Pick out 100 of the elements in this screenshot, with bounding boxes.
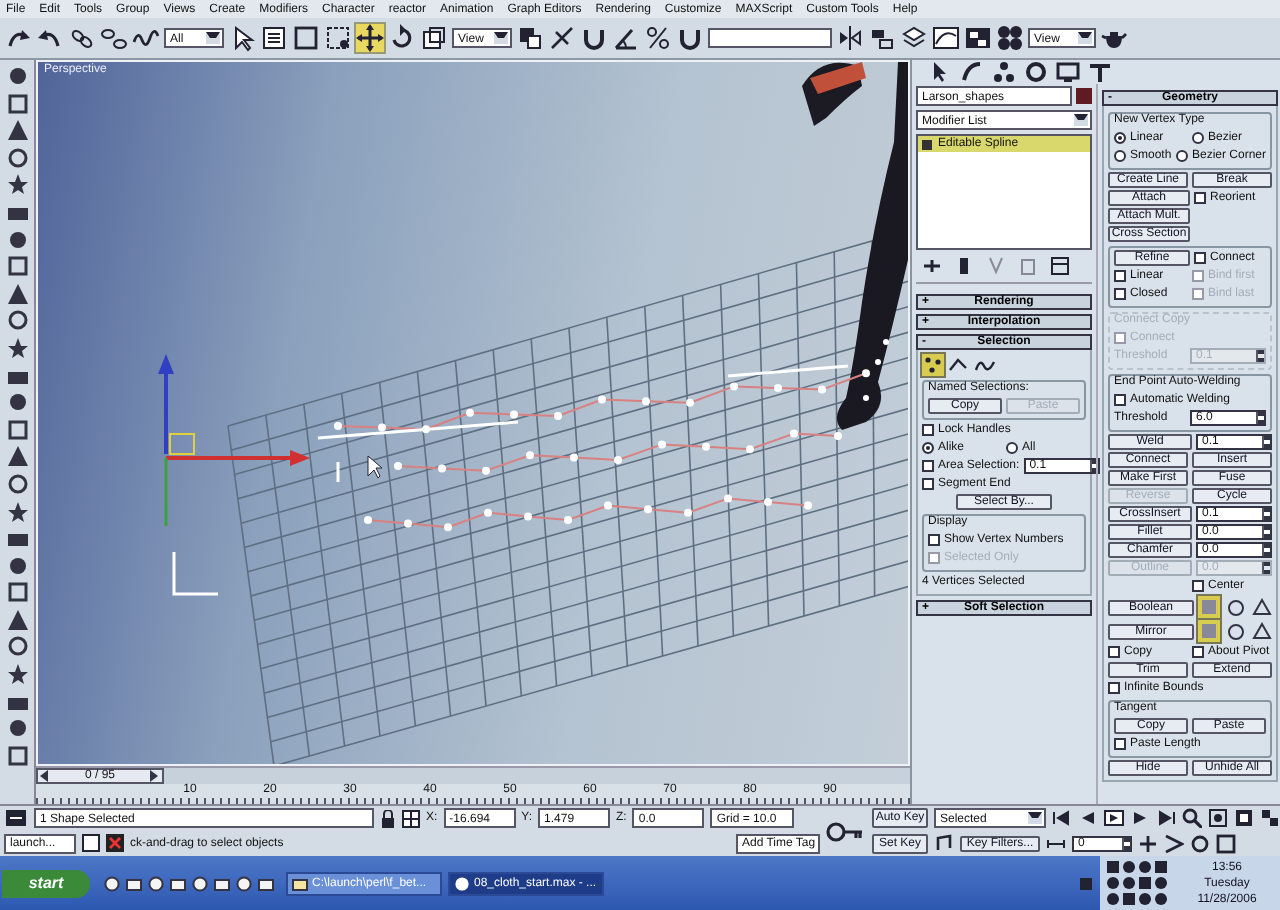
left-arrow-icon[interactable]	[40, 770, 50, 782]
vertex-dots-icon[interactable]	[922, 354, 944, 376]
next-frame-icon[interactable]	[1130, 810, 1150, 827]
circle-icon[interactable]	[5, 390, 29, 415]
magnifier-icon[interactable]	[1182, 808, 1202, 829]
checkbox[interactable]	[922, 478, 934, 490]
orbit-icon[interactable]	[1190, 833, 1210, 854]
square-icon[interactable]	[5, 743, 29, 768]
circle-icon[interactable]	[192, 875, 208, 891]
square-icon[interactable]	[1154, 860, 1168, 874]
star-icon[interactable]	[5, 172, 29, 197]
triangle-icon[interactable]	[1250, 596, 1272, 618]
checkbox[interactable]	[1114, 738, 1126, 750]
circle-icon[interactable]	[5, 716, 29, 741]
skip-end-icon[interactable]	[1156, 810, 1176, 827]
star-icon[interactable]	[5, 335, 29, 360]
square-icon[interactable]	[1106, 860, 1120, 874]
circle-icon[interactable]	[5, 64, 29, 88]
folder-icon[interactable]	[126, 875, 142, 891]
skip-start-icon[interactable]	[1052, 810, 1072, 827]
field-of-view-icon[interactable]	[1164, 833, 1184, 854]
triangle-icon[interactable]	[5, 607, 29, 632]
color-swatch[interactable]	[1076, 88, 1092, 104]
bend-icon[interactable]	[960, 60, 984, 84]
checkbox[interactable]	[1194, 192, 1206, 204]
cross-arrows-icon[interactable]	[356, 24, 384, 52]
checkbox[interactable]	[922, 460, 934, 472]
radio-button[interactable]	[1175, 150, 1188, 162]
checkbox[interactable]	[1108, 646, 1120, 658]
ring-icon[interactable]	[5, 308, 29, 333]
broken-chain-icon[interactable]	[100, 24, 128, 52]
layers-icon[interactable]	[900, 24, 928, 52]
pointer-icon[interactable]	[928, 60, 952, 84]
square-icon[interactable]	[1122, 892, 1136, 906]
window-icon[interactable]	[1048, 256, 1072, 276]
magnet-icon[interactable]	[676, 24, 704, 52]
ring-icon[interactable]	[5, 471, 29, 496]
radio-button[interactable]	[1114, 150, 1126, 162]
play-icon[interactable]	[1104, 810, 1124, 827]
star-icon[interactable]	[5, 499, 29, 523]
square-icon[interactable]	[5, 254, 29, 279]
triangle-icon[interactable]	[5, 444, 29, 469]
circle-icon[interactable]	[1106, 892, 1120, 906]
circle-icon[interactable]	[236, 875, 252, 891]
triangle-icon[interactable]	[5, 118, 29, 143]
rotate-arrow-icon[interactable]	[388, 24, 416, 52]
pan-icon[interactable]	[1138, 833, 1158, 854]
circle-icon[interactable]	[5, 553, 29, 578]
square-icon[interactable]	[5, 580, 29, 605]
schematic-icon[interactable]	[964, 24, 992, 52]
radio-button[interactable]	[1192, 132, 1204, 144]
zoom-all-extents-icon[interactable]	[1260, 808, 1280, 829]
radio-button[interactable]	[1006, 442, 1018, 454]
folder-icon[interactable]	[214, 875, 230, 891]
circle-icon[interactable]	[1122, 860, 1136, 874]
scale-box-icon[interactable]	[420, 24, 448, 52]
radio-button[interactable]	[922, 442, 934, 454]
circle-icon[interactable]	[1224, 620, 1246, 642]
previous-frame-icon[interactable]	[1078, 810, 1098, 827]
maximize-icon[interactable]	[1216, 833, 1236, 854]
checkbox[interactable]	[1194, 252, 1206, 264]
squiggle-icon[interactable]	[132, 24, 160, 52]
zoom-extents-icon[interactable]	[1234, 808, 1254, 829]
square-icon[interactable]	[1138, 876, 1152, 890]
checkbox[interactable]	[1192, 580, 1204, 592]
curve-editor-icon[interactable]	[932, 24, 960, 52]
square-icon[interactable]	[5, 91, 29, 116]
folder-icon[interactable]	[170, 875, 186, 891]
checkbox[interactable]	[928, 534, 940, 546]
circle-icon[interactable]	[1106, 876, 1120, 890]
circle-icon[interactable]	[148, 875, 164, 891]
cross-icon[interactable]	[106, 834, 124, 853]
circle-icon[interactable]	[5, 227, 29, 252]
checkbox[interactable]	[1192, 646, 1204, 658]
circle-icon[interactable]	[1138, 892, 1152, 906]
triangle-icon[interactable]	[1250, 620, 1272, 642]
checkbox[interactable]	[1114, 288, 1126, 300]
hierarchy-icon[interactable]	[992, 60, 1016, 84]
curved-arrow-icon[interactable]	[4, 24, 32, 52]
mirror-icon[interactable]	[836, 24, 864, 52]
spline-drawing[interactable]	[317, 364, 870, 532]
circle-icon[interactable]	[1138, 860, 1152, 874]
monitor-icon[interactable]	[1056, 60, 1080, 84]
radio-button[interactable]	[1114, 132, 1126, 144]
checkbox[interactable]	[1108, 682, 1120, 694]
checkbox[interactable]	[922, 424, 934, 436]
zoom-all-icon[interactable]	[1208, 808, 1228, 829]
percent-icon[interactable]	[644, 24, 672, 52]
ring-icon[interactable]	[5, 145, 29, 170]
sphere-grid-icon[interactable]	[996, 24, 1024, 52]
hammer-icon[interactable]	[1088, 60, 1112, 84]
circle-icon[interactable]	[1224, 596, 1246, 618]
window-icon[interactable]	[82, 834, 100, 853]
star-icon[interactable]	[5, 662, 29, 687]
circle-icon[interactable]	[104, 875, 120, 891]
list-icon[interactable]	[260, 24, 288, 52]
angle-icon[interactable]	[612, 24, 640, 52]
circle-icon[interactable]	[1154, 876, 1168, 890]
named-selection-field[interactable]	[708, 28, 832, 48]
pivot-icon[interactable]	[516, 24, 544, 52]
